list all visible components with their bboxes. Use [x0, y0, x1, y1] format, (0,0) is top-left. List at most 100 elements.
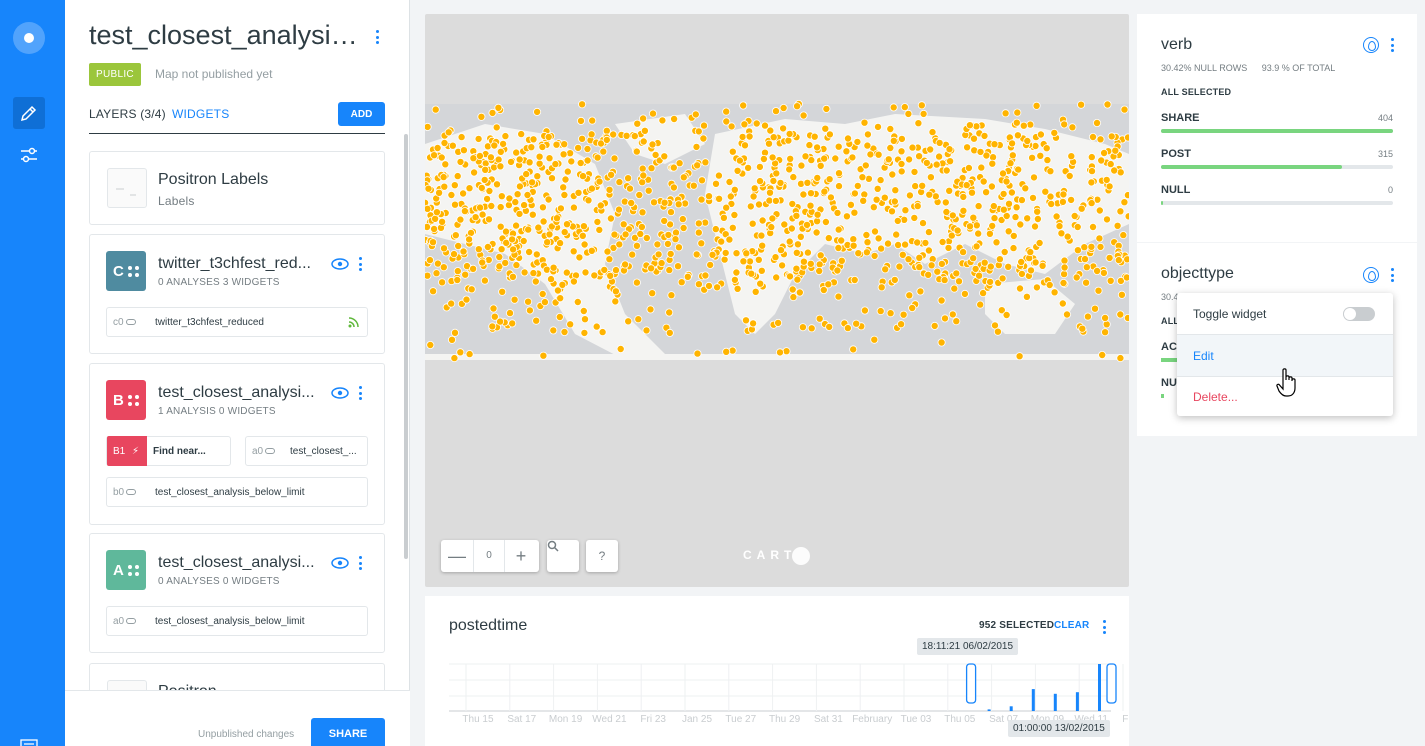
widget-options-kebab-icon[interactable]	[1385, 266, 1399, 284]
pencil-icon[interactable]	[13, 97, 45, 129]
map-point	[1050, 128, 1059, 137]
map-point	[544, 195, 553, 204]
layer-options-kebab-icon[interactable]	[353, 255, 367, 273]
map-point	[665, 308, 674, 317]
layer-card-a[interactable]: A test_closest_analysi... 0 ANALYSES 0 W…	[89, 533, 385, 653]
layer-name[interactable]: test_closest_analysi...	[158, 554, 323, 572]
scrollbar[interactable]	[404, 134, 408, 559]
map-point	[853, 181, 862, 190]
map-point	[598, 328, 607, 337]
editor-footer: Unpublished changes SHARE	[65, 690, 410, 746]
category-item[interactable]: SHARE 404	[1161, 112, 1393, 138]
map-point	[1060, 270, 1069, 279]
category-bar-track	[1161, 129, 1393, 133]
map-point	[785, 165, 794, 174]
map-point	[722, 107, 731, 116]
toggle-switch[interactable]	[1343, 307, 1375, 321]
map-point	[584, 196, 593, 205]
map-point	[1050, 288, 1059, 297]
eye-icon[interactable]	[331, 557, 349, 569]
map-point	[895, 262, 904, 271]
layer-card-b[interactable]: B test_closest_analysi... 1 ANALYSIS 0 W…	[89, 363, 385, 525]
map-point	[583, 156, 592, 165]
map-point	[635, 190, 644, 199]
map-point	[507, 157, 516, 166]
share-button[interactable]: SHARE	[311, 718, 385, 746]
legend-icon[interactable]	[13, 730, 45, 746]
map-point	[453, 267, 462, 276]
layer-card-basemap-labels[interactable]: Positron Labels Labels	[89, 151, 385, 225]
zoom-out-button[interactable]: —	[441, 546, 473, 567]
map-point	[797, 161, 806, 170]
node-id: a0	[113, 615, 125, 627]
map-point	[615, 240, 624, 249]
map-point	[539, 351, 548, 360]
map-point	[732, 249, 741, 258]
category-item[interactable]: POST 315	[1161, 148, 1393, 174]
histogram-bar	[1098, 664, 1101, 711]
map-point	[719, 213, 728, 222]
map-point	[509, 245, 518, 254]
range-end-handle[interactable]	[1106, 663, 1117, 704]
map-point	[822, 104, 831, 113]
map-point	[525, 247, 534, 256]
map-point	[821, 217, 830, 226]
analysis-node[interactable]: B1 ⚡ Find near...	[106, 436, 231, 466]
input-node[interactable]: a0 test_closest_...	[245, 436, 368, 466]
map-point	[583, 144, 592, 153]
map-point	[692, 142, 701, 151]
settings-sliders-icon[interactable]	[13, 139, 45, 171]
add-button[interactable]: ADD	[338, 102, 385, 126]
tab-widgets[interactable]: WIDGETS	[172, 107, 229, 121]
search-button[interactable]	[547, 540, 579, 572]
map-point	[528, 210, 537, 219]
map-point	[1095, 234, 1104, 243]
map-point	[889, 103, 898, 112]
toggle-widget-item[interactable]: Toggle widget	[1177, 293, 1393, 334]
map-point	[1082, 278, 1091, 287]
map-point	[904, 255, 913, 264]
map-point	[1073, 222, 1082, 231]
timeseries-options-kebab-icon[interactable]	[1097, 618, 1111, 636]
layer-name[interactable]: twitter_t3chfest_red...	[158, 255, 323, 273]
map-point	[793, 240, 802, 249]
eye-icon[interactable]	[331, 387, 349, 399]
map-point	[506, 309, 515, 318]
color-drop-icon[interactable]	[1363, 267, 1379, 283]
source-node[interactable]: b0 test_closest_analysis_below_limit	[106, 477, 368, 507]
map-options-kebab-icon[interactable]	[370, 28, 384, 46]
zoom-in-button[interactable]: +	[505, 546, 537, 567]
eye-icon[interactable]	[331, 258, 349, 270]
range-start-handle[interactable]	[965, 663, 977, 704]
source-node[interactable]: c0 twitter_t3chfest_reduced	[106, 307, 368, 337]
widget-options-kebab-icon[interactable]	[1385, 36, 1399, 54]
carto-home-icon[interactable]	[13, 22, 45, 54]
histogram-bar	[1053, 693, 1057, 711]
map-point	[1091, 304, 1100, 313]
help-button[interactable]: ?	[586, 540, 618, 572]
map-point	[970, 134, 979, 143]
map-point	[1019, 121, 1028, 130]
layer-card-c[interactable]: C twitter_t3chfest_red... 0 ANALYSES 3 W…	[89, 234, 385, 354]
tab-layers[interactable]: LAYERS (3/4)	[89, 107, 166, 121]
map-point	[1022, 292, 1031, 301]
map-point	[1106, 160, 1115, 169]
map-point	[916, 287, 925, 296]
map-title[interactable]: test_closest_analysis...	[89, 20, 359, 51]
privacy-badge[interactable]: PUBLIC	[89, 63, 141, 86]
clear-button[interactable]: CLEAR	[1054, 620, 1089, 631]
source-node[interactable]: a0 test_closest_analysis_below_limit	[106, 606, 368, 636]
map-canvas[interactable]: — 0 + ? CART	[425, 14, 1129, 587]
layer-options-kebab-icon[interactable]	[353, 554, 367, 572]
color-drop-icon[interactable]	[1363, 37, 1379, 53]
node-id: B1	[113, 445, 126, 457]
layer-name[interactable]: test_closest_analysi...	[158, 384, 323, 402]
layer-options-kebab-icon[interactable]	[353, 384, 367, 402]
map-point	[515, 209, 524, 218]
map-point	[714, 171, 723, 180]
category-item[interactable]: NULL 0	[1161, 184, 1393, 210]
map-point	[874, 150, 883, 159]
map-point	[1122, 273, 1129, 282]
map-point	[459, 247, 468, 256]
map-point	[926, 145, 935, 154]
